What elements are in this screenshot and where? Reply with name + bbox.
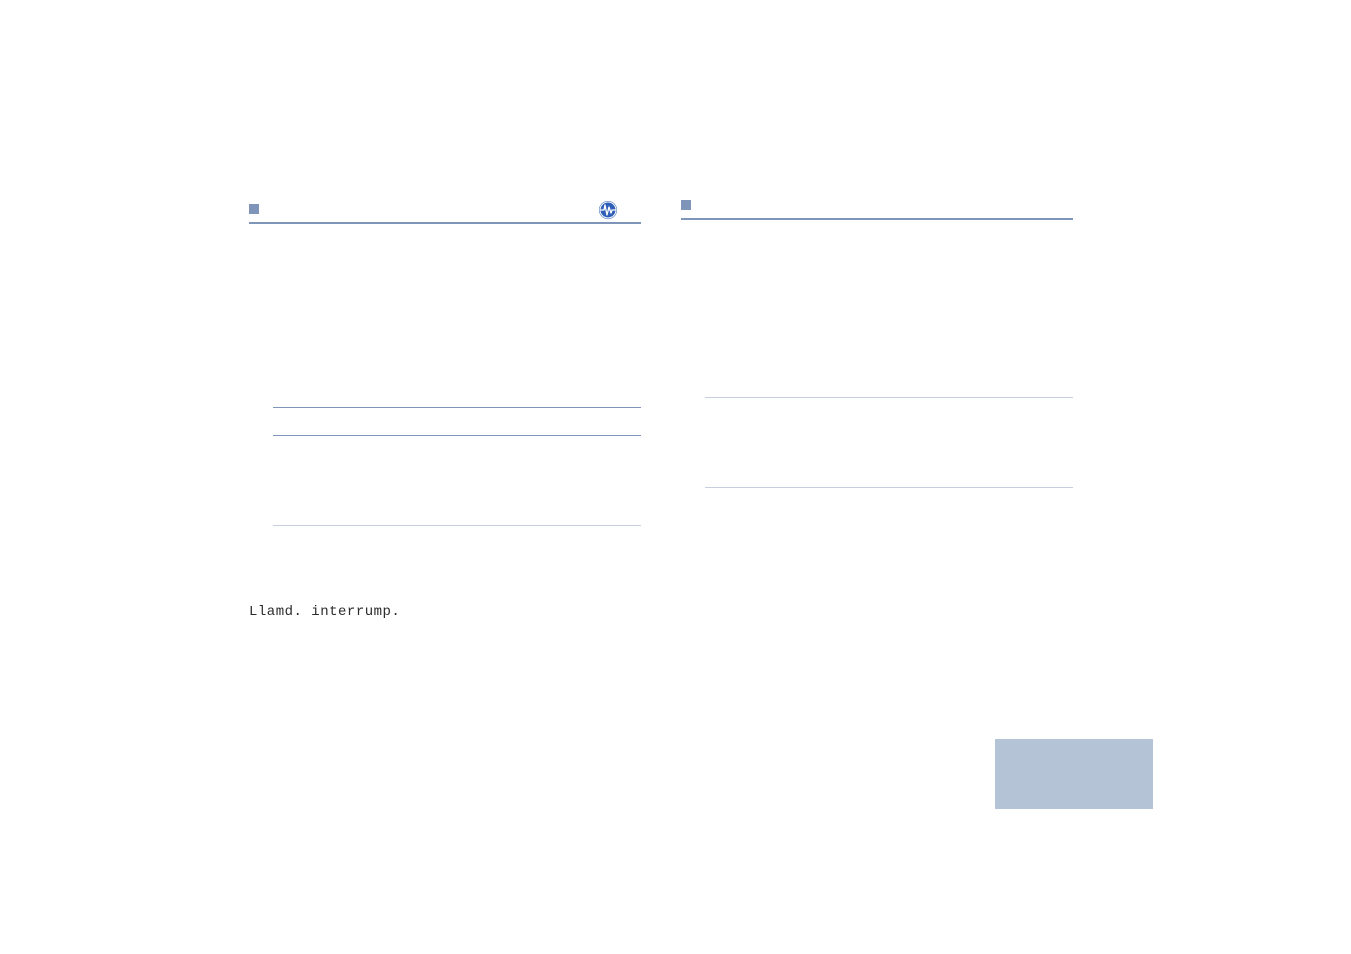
left-rule-2 bbox=[273, 435, 641, 436]
right-section-header-rule bbox=[681, 218, 1073, 220]
left-section-header-rule bbox=[249, 222, 641, 224]
right-rule-2 bbox=[705, 487, 1073, 488]
left-rule-3 bbox=[273, 525, 641, 526]
status-text: Llamd. interrump. bbox=[249, 604, 400, 620]
footer-block bbox=[995, 739, 1153, 809]
right-rule-1 bbox=[705, 397, 1073, 398]
pulse-icon bbox=[598, 200, 618, 220]
left-section-bullet-icon bbox=[249, 204, 259, 214]
left-rule-1 bbox=[273, 407, 641, 408]
right-section-bullet-icon bbox=[681, 200, 691, 210]
